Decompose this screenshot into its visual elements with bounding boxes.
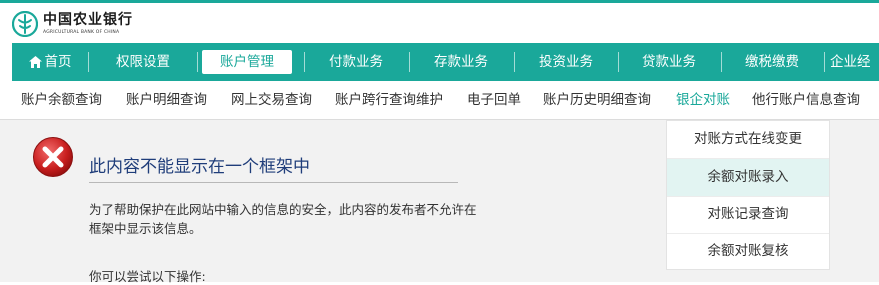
bank-name: 中国农业银行: [43, 12, 133, 28]
nav-divider: [197, 52, 198, 72]
abc-logo-icon: [12, 11, 38, 37]
nav-loan[interactable]: 贷款业务: [619, 43, 719, 81]
nav-enterprise[interactable]: 企业经: [830, 43, 879, 81]
nav-divider: [88, 52, 89, 72]
subnav-interbank-query-maintenance[interactable]: 账户跨行查询维护: [335, 81, 443, 119]
error-icon: [33, 137, 73, 177]
menu-item-balance-reconciliation-entry[interactable]: 余额对账录入: [667, 159, 829, 196]
error-divider: [89, 182, 458, 183]
nav-payment[interactable]: 付款业务: [305, 43, 407, 81]
nav-deposit[interactable]: 存款业务: [410, 43, 512, 81]
error-title: 此内容不能显示在一个框架中: [89, 157, 310, 177]
subnav-detail-query[interactable]: 账户明细查询: [126, 81, 207, 119]
nav-account-management[interactable]: 账户管理: [202, 50, 292, 74]
subnav-online-transaction-query[interactable]: 网上交易查询: [231, 81, 312, 119]
nav-divider: [824, 52, 825, 72]
top-accent-line: [0, 0, 879, 3]
menu-item-reconciliation-record-query[interactable]: 对账记录查询: [667, 196, 829, 233]
home-icon: [28, 56, 42, 68]
nav-investment[interactable]: 投资业务: [515, 43, 617, 81]
nav-home-label: 首页: [44, 54, 72, 70]
error-description: 为了帮助保护在此网站中输入的信息的安全，此内容的发布者不允许在框架中显示该信息。: [89, 202, 477, 236]
error-try-text: 你可以尝试以下操作:: [89, 269, 206, 284]
subnav-history-detail-query[interactable]: 账户历史明细查询: [543, 81, 651, 119]
menu-item-reconciliation-method-change[interactable]: 对账方式在线变更: [667, 121, 829, 158]
subnav-balance-query[interactable]: 账户余额查询: [21, 81, 102, 119]
nav-permission-settings[interactable]: 权限设置: [94, 43, 192, 81]
subnav-other-bank-account-query[interactable]: 他行账户信息查询: [752, 81, 860, 119]
bank-name-english: AGRICULTURAL BANK OF CHINA: [43, 30, 120, 35]
sub-nav: 账户余额查询 账户明细查询 网上交易查询 账户跨行查询维护 电子回单 账户历史明…: [0, 81, 879, 120]
nav-home[interactable]: 首页: [12, 43, 88, 81]
nav-tax-fees[interactable]: 缴税缴费: [722, 43, 822, 81]
nav-account-management-bg: 账户管理: [202, 50, 292, 74]
main-nav: 首页 权限设置 账户管理 付款业务 存款业务 投资业务 贷款业务 缴税缴费 企业…: [12, 43, 879, 81]
menu-item-balance-reconciliation-review[interactable]: 余额对账复核: [667, 233, 829, 270]
bank-logo[interactable]: 中国农业银行 AGRICULTURAL BANK OF CHINA: [12, 9, 133, 39]
subnav-e-receipt[interactable]: 电子回单: [467, 81, 521, 119]
reconciliation-dropdown-menu: 对账方式在线变更 余额对账录入 对账记录查询 余额对账复核: [666, 120, 830, 270]
subnav-bank-enterprise-reconciliation[interactable]: 银企对账: [676, 81, 730, 119]
